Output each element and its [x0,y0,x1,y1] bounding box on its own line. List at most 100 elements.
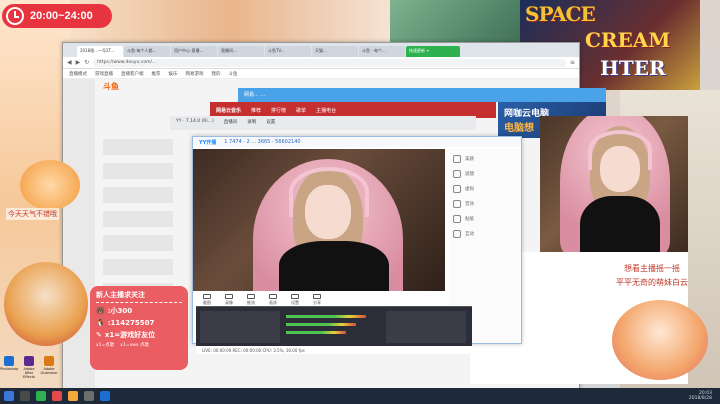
schedule-time: 20:00~24:00 [30,10,93,22]
tool-label: 虚拟 [465,187,474,192]
penguin-icon: 🐧 [96,319,105,327]
netease-nav-item[interactable]: 主播电台 [316,107,336,114]
tool-item[interactable]: 音效 [453,198,517,210]
browser-tab-new[interactable]: 快速更新 + [406,46,460,57]
url-input[interactable]: https://www.douyu.com/... [93,58,566,67]
menu-item[interactable]: 设置 [266,119,275,127]
tool-label: 音效 [465,202,474,207]
bookmarks-bar: 直播模式 游戏直播 直播客户端 推荐 娱乐 网易游戏 我的 斗鱼 [63,69,579,79]
bookmark-item[interactable]: 网易游戏 [186,71,204,77]
forward-icon[interactable]: ▶ [76,59,81,66]
browser-tab[interactable]: 斗鱼-每个人都... [124,46,170,57]
obs-taskbar-icon[interactable] [84,391,94,401]
site-logo[interactable]: 斗鱼 [103,81,119,92]
folder-taskbar-icon[interactable] [100,391,110,401]
card-row-text: :小300 [107,307,133,315]
bookmark-item[interactable]: 游戏直播 [95,71,113,77]
system-clock[interactable]: 20:03 2018/8/28 [689,391,720,401]
streamer-shirt [279,241,389,291]
bookmark-item[interactable]: 娱乐 [169,71,178,77]
stream-schedule-badge: 20:00~24:00 [2,4,112,28]
yy-titlebar[interactable]: YY开播 1 7474 · 2 ... 3665 · 56602140 [193,137,521,147]
control-button[interactable]: 截图 [203,294,211,306]
stream-note: 想看主播摇一摇 平平无奇的萌妹白云 [590,262,714,290]
browser-tab[interactable]: 2018限...一号2T... [77,46,123,57]
bookmark-item[interactable]: 斗鱼 [229,71,238,77]
sticker-icon [453,215,461,223]
tool-label: 互动 [465,232,474,237]
tool-item[interactable]: 贴纸 [453,213,517,225]
start-icon[interactable] [4,391,14,401]
card-footnotes: x1=点歌 x1=xwx 点歌 [96,342,182,348]
yy-taskbar-icon[interactable] [68,391,78,401]
record-icon [225,294,233,299]
obs-scenes-dock[interactable] [200,311,280,343]
settings-icon [291,294,299,299]
share-icon [313,294,321,299]
desktop-icon[interactable]: Photoshop [0,356,18,379]
bookmark-item[interactable]: 我的 [212,71,221,77]
browser-tab[interactable]: 斗鱼TV... [265,46,311,57]
photoshop-icon [4,356,14,366]
card-row: ✎ x1=游戏好友位 [96,329,182,341]
audio-meter [286,331,346,334]
tray-date: 2018/8/28 [688,396,712,401]
bookmark-item[interactable]: 直播客户端 [121,71,144,77]
netease-nav-item[interactable]: 歌单 [296,107,306,114]
quality-icon [269,294,277,299]
beauty-icon [453,155,461,163]
wechat-icon: ✎ [96,331,102,339]
menu-item[interactable]: 直播间 [224,119,238,127]
netease-nav-item[interactable]: 推荐 [251,107,261,114]
background-panel-top [70,0,390,42]
stream-icon [247,294,255,299]
desktop-icon[interactable]: Adobe Illustrator [40,356,58,379]
browser-tab[interactable]: 斗鱼 - 每个... [359,46,405,57]
stream-note-line: 想看主播摇一摇 [624,264,680,273]
netease-title: 网易云音乐 [216,107,242,114]
obs-status-bar: LIVE: 00:00:00 REC: 00:00:00 CPU: 3.5%, … [196,346,472,354]
streamer-shirt [580,196,660,254]
browser-tab[interactable]: 直播间... [218,46,264,57]
blue-window-titlebar[interactable]: 网易... ... [238,88,606,102]
browser-taskbar-icon[interactable] [36,391,46,401]
card-row: 🐧:114275507 [96,317,182,329]
address-bar: ◀ ▶ ↻ https://www.douyu.com/... ≡ [63,57,579,69]
control-button[interactable]: 分享 [313,294,321,306]
control-button[interactable]: 推流 [247,294,255,306]
menu-item[interactable]: 录制 [247,119,256,127]
desktop-icon-label: Adobe Illustrator [40,367,58,375]
virtual-icon [453,185,461,193]
control-button[interactable]: 设置 [291,294,299,306]
comic-title-1: SPACE [525,2,596,26]
yy-subtitle: 1 7474 · 2 ... 3665 · 56602140 [224,139,301,145]
tool-item[interactable]: 互动 [453,228,517,240]
audio-meter [286,323,356,326]
reload-icon[interactable]: ↻ [84,59,89,66]
stream-note-line: 平平无奇的萌妹白云 [616,278,688,287]
follow-info-card: 新人主播求关注 🐻:小300 🐧:114275507 ✎ x1=游戏好友位 x1=… [90,286,188,370]
secondary-window-titlebar[interactable]: YY · 7.14.0 (Ri...) 直播间 录制 设置 [170,116,476,130]
audio-meter [286,315,366,318]
browser-tab[interactable]: 用户中心-直播... [171,46,217,57]
browser-tab[interactable]: 天猫... [312,46,358,57]
bookmark-item[interactable]: 推荐 [152,71,161,77]
card-heading: 新人主播求关注 [96,290,182,303]
bookmark-item[interactable]: 直播模式 [69,71,87,77]
desktop-icon-label: Photoshop [0,367,19,371]
tool-item[interactable]: 美颜 [453,153,517,165]
control-button[interactable]: 录像 [225,294,233,306]
desktop-icon[interactable]: Adobe After Effects [20,356,38,379]
camera-preview-right [540,116,688,254]
search-icon[interactable] [20,391,30,401]
netease-nav-item[interactable]: 排行榜 [271,107,286,114]
tool-label: 滤镜 [465,172,474,177]
control-button[interactable]: 画质 [269,294,277,306]
headset-icon [289,167,369,217]
menu-icon[interactable]: ≡ [570,59,575,66]
back-icon[interactable]: ◀ [67,59,72,66]
netease-taskbar-icon[interactable] [52,391,62,401]
tool-item[interactable]: 滤镜 [453,168,517,180]
tool-item[interactable]: 虚拟 [453,183,517,195]
obs-controls-dock[interactable] [386,311,466,343]
